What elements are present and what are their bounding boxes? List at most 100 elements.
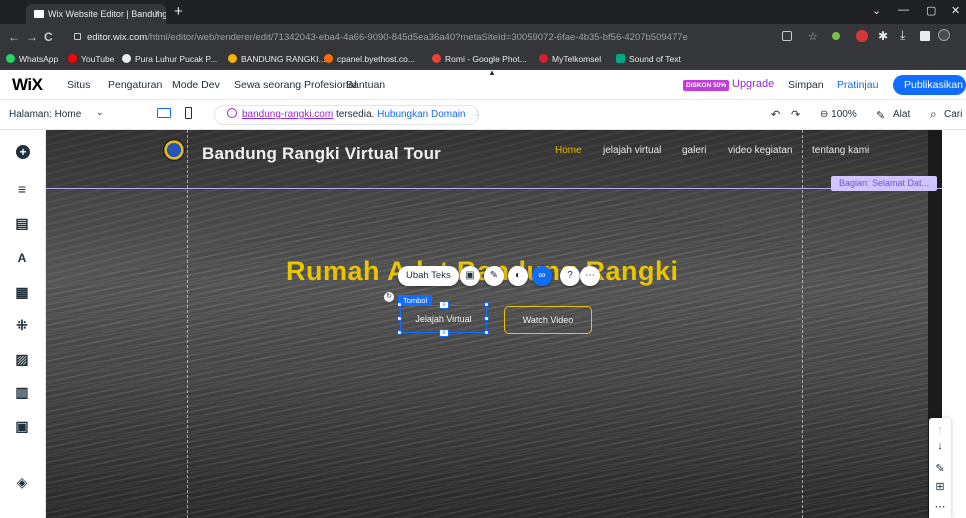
undo-button[interactable]: ↶ bbox=[771, 108, 780, 121]
pen-icon[interactable]: ✎ bbox=[929, 462, 951, 475]
site-nav-jelajah-virtual[interactable]: jelajah virtual bbox=[603, 145, 661, 156]
design-pen-icon[interactable]: ✎ bbox=[484, 266, 504, 286]
site-nav-video-kegiatan[interactable]: video kegiatan bbox=[728, 145, 793, 156]
bookmark-item[interactable]: WhatsApp bbox=[6, 54, 58, 64]
resize-handle[interactable] bbox=[484, 302, 489, 307]
watch-video-button[interactable]: Watch Video bbox=[504, 306, 592, 334]
drive-icon bbox=[228, 54, 237, 64]
close-window-button[interactable]: ✕ bbox=[951, 4, 960, 17]
extension-icon[interactable] bbox=[832, 32, 840, 40]
rotate-handle-icon[interactable]: ↻ bbox=[384, 292, 394, 302]
desktop-view-icon[interactable] bbox=[157, 108, 171, 118]
theme-icon[interactable]: A bbox=[15, 251, 29, 265]
pages-icon[interactable]: ▤ bbox=[15, 216, 29, 230]
site-logo-icon[interactable] bbox=[163, 139, 185, 161]
extension-icon[interactable] bbox=[856, 30, 868, 42]
add-elements-icon[interactable]: + bbox=[16, 145, 30, 159]
site-nav-home[interactable]: Home bbox=[555, 145, 582, 156]
stretch-handle-bottom[interactable]: ≡ bbox=[439, 329, 449, 337]
bookmark-item[interactable]: Sound of Text bbox=[616, 54, 681, 64]
telkomsel-icon bbox=[539, 54, 548, 64]
maximize-button[interactable]: ▢ bbox=[926, 4, 936, 17]
resize-handle[interactable] bbox=[397, 316, 402, 321]
menu-bantuan[interactable]: Bantuan bbox=[346, 79, 385, 91]
redo-button[interactable]: ↷ bbox=[791, 108, 800, 121]
reload-button[interactable]: C bbox=[44, 30, 53, 44]
new-tab-button[interactable]: + bbox=[174, 3, 183, 20]
stretch-handle-top[interactable]: ≡ bbox=[439, 301, 449, 309]
menus-icon[interactable]: ≡ bbox=[15, 182, 29, 196]
arrow-down-icon[interactable]: ↓ bbox=[929, 440, 951, 452]
mobile-view-icon[interactable] bbox=[185, 107, 192, 119]
link-icon[interactable]: ∞ bbox=[532, 266, 552, 286]
menu-hire-professional[interactable]: Sewa seorang Profesional bbox=[234, 79, 357, 91]
cms-icon[interactable]: ▥ bbox=[15, 385, 29, 399]
apps-icon[interactable]: ▦ bbox=[15, 285, 29, 299]
resize-handle[interactable] bbox=[397, 330, 402, 335]
tools-button[interactable]: Alat bbox=[893, 109, 910, 120]
url-field[interactable]: editor.wix.com/html/editor/web/renderer/… bbox=[74, 29, 834, 46]
tab-search-icon[interactable]: ⌄ bbox=[872, 4, 881, 17]
collapse-arrow-icon[interactable]: ▲ bbox=[488, 68, 496, 77]
menu-mode-dev[interactable]: Mode Dev bbox=[172, 79, 220, 91]
upgrade-link[interactable]: Upgrade bbox=[732, 78, 774, 90]
bookmark-item[interactable]: Pura Luhur Pucak P... bbox=[122, 54, 217, 64]
editor-canvas[interactable]: Bandung Rangki Virtual Tour Home jelajah… bbox=[46, 130, 942, 518]
globe-icon bbox=[227, 108, 237, 119]
domain-banner: bandung-rangki.com tersedia. Hubungkan D… bbox=[214, 105, 479, 125]
bookmark-item[interactable]: cpanel.byethost.co... bbox=[324, 54, 415, 64]
save-button[interactable]: Simpan bbox=[788, 79, 824, 91]
close-domain-banner-icon[interactable]: × bbox=[476, 109, 478, 120]
preview-button[interactable]: Pratinjau bbox=[837, 79, 878, 91]
browser-tab[interactable]: Wix Website Editor | Bandung Ra × bbox=[26, 4, 166, 24]
connect-domain-link[interactable]: Hubungkan Domain bbox=[377, 109, 465, 120]
share-icon[interactable] bbox=[782, 31, 792, 41]
more-icon[interactable]: ⋯ bbox=[929, 500, 951, 513]
menu-situs[interactable]: Situs bbox=[67, 79, 90, 91]
back-button[interactable]: ← bbox=[8, 30, 20, 44]
discount-badge[interactable]: DISKON 50% bbox=[683, 80, 730, 91]
bookmark-star-icon[interactable]: ☆ bbox=[808, 30, 818, 43]
site-nav-tentang-kami[interactable]: tentang kami bbox=[812, 145, 869, 156]
tab-close-icon[interactable]: × bbox=[154, 4, 160, 24]
side-panel-icon[interactable] bbox=[920, 31, 930, 41]
domain-name-link[interactable]: bandung-rangki.com bbox=[242, 109, 333, 120]
chevron-down-icon[interactable]: ⌄ bbox=[96, 107, 104, 118]
site-title[interactable]: Bandung Rangki Virtual Tour bbox=[202, 144, 441, 164]
zoom-control[interactable]: ⊖ 100% bbox=[820, 109, 857, 120]
layers-icon[interactable]: ◈ bbox=[15, 475, 29, 489]
extensions-puzzle-icon[interactable]: ✱ bbox=[878, 29, 888, 43]
search-button[interactable]: Cari bbox=[944, 109, 962, 120]
animation-icon[interactable]: ◐ bbox=[508, 266, 528, 286]
business-icon[interactable]: ⁜ bbox=[15, 318, 29, 332]
minimize-button[interactable]: — bbox=[898, 4, 909, 16]
wix-logo[interactable]: WiX bbox=[12, 75, 43, 95]
bookmark-item[interactable]: YouTube bbox=[68, 54, 114, 64]
tools-icon[interactable]: ✎ bbox=[876, 109, 885, 122]
menu-pengaturan[interactable]: Pengaturan bbox=[108, 79, 162, 91]
bookmark-item[interactable]: BANDUNG RANGKI... bbox=[228, 54, 326, 64]
edit-text-button[interactable]: Ubah Teks bbox=[398, 266, 459, 286]
profile-avatar[interactable] bbox=[938, 29, 950, 41]
bookmark-item[interactable]: Romi - Google Phot... bbox=[432, 54, 527, 64]
arrow-up-icon[interactable]: ↑ bbox=[929, 424, 951, 436]
resize-handle[interactable] bbox=[397, 302, 402, 307]
section-badge[interactable]: Bagian: Selamat Dat... bbox=[831, 176, 938, 191]
resize-handle[interactable] bbox=[484, 330, 489, 335]
publish-button[interactable]: Publikasikan bbox=[893, 75, 966, 95]
help-icon[interactable]: ? bbox=[560, 266, 580, 286]
site-nav-galeri[interactable]: galeri bbox=[682, 145, 706, 156]
resize-handle[interactable] bbox=[484, 316, 489, 321]
page-selector[interactable]: Halaman: Home bbox=[9, 109, 81, 120]
settings-icon[interactable]: ▣ bbox=[460, 266, 480, 286]
media-icon[interactable]: ▨ bbox=[15, 352, 29, 366]
search-icon[interactable]: ⌕ bbox=[930, 107, 937, 122]
download-icon[interactable]: ⤓ bbox=[900, 28, 905, 43]
forward-button[interactable]: → bbox=[26, 30, 38, 44]
grid-icon[interactable]: ⊞ bbox=[929, 480, 951, 493]
more-icon[interactable]: ⋯ bbox=[580, 266, 600, 286]
bookmark-item[interactable]: MyTelkomsel bbox=[539, 54, 601, 64]
sound-of-text-icon bbox=[616, 54, 625, 64]
portfolio-icon[interactable]: ▣ bbox=[15, 419, 29, 433]
site-header[interactable] bbox=[46, 130, 942, 189]
